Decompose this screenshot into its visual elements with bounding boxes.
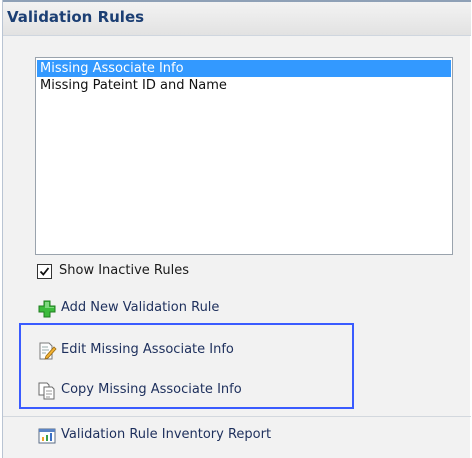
add-new-validation-rule-link[interactable]: Add New Validation Rule xyxy=(37,298,297,320)
copy-document-icon xyxy=(37,381,57,401)
validation-rules-panel: Validation Rules Missing Associate Info … xyxy=(2,0,471,458)
plus-icon xyxy=(37,299,57,319)
show-inactive-checkbox[interactable] xyxy=(37,264,52,279)
panel-title: Validation Rules xyxy=(7,8,145,26)
rule-list-item-missing-associate-info[interactable]: Missing Associate Info xyxy=(37,60,451,77)
edit-document-icon xyxy=(37,341,57,361)
copy-rule-label: Copy Missing Associate Info xyxy=(61,382,242,397)
report-chart-icon xyxy=(37,426,57,446)
rule-list-item-missing-patient-id[interactable]: Missing Pateint ID and Name xyxy=(37,77,451,94)
copy-rule-link[interactable]: Copy Missing Associate Info xyxy=(37,380,317,402)
panel-header: Validation Rules xyxy=(3,0,471,36)
edit-rule-label: Edit Missing Associate Info xyxy=(61,342,234,357)
add-new-validation-rule-label: Add New Validation Rule xyxy=(61,300,220,315)
show-inactive-rules-row[interactable]: Show Inactive Rules xyxy=(37,262,297,284)
checkmark-icon xyxy=(39,267,50,276)
edit-rule-link[interactable]: Edit Missing Associate Info xyxy=(37,340,307,362)
validation-rule-inventory-report-link[interactable]: Validation Rule Inventory Report xyxy=(37,425,337,447)
divider xyxy=(3,416,471,417)
validation-rule-inventory-report-label: Validation Rule Inventory Report xyxy=(61,427,272,442)
show-inactive-label: Show Inactive Rules xyxy=(59,263,189,278)
rules-listbox[interactable]: Missing Associate Info Missing Pateint I… xyxy=(35,57,453,255)
